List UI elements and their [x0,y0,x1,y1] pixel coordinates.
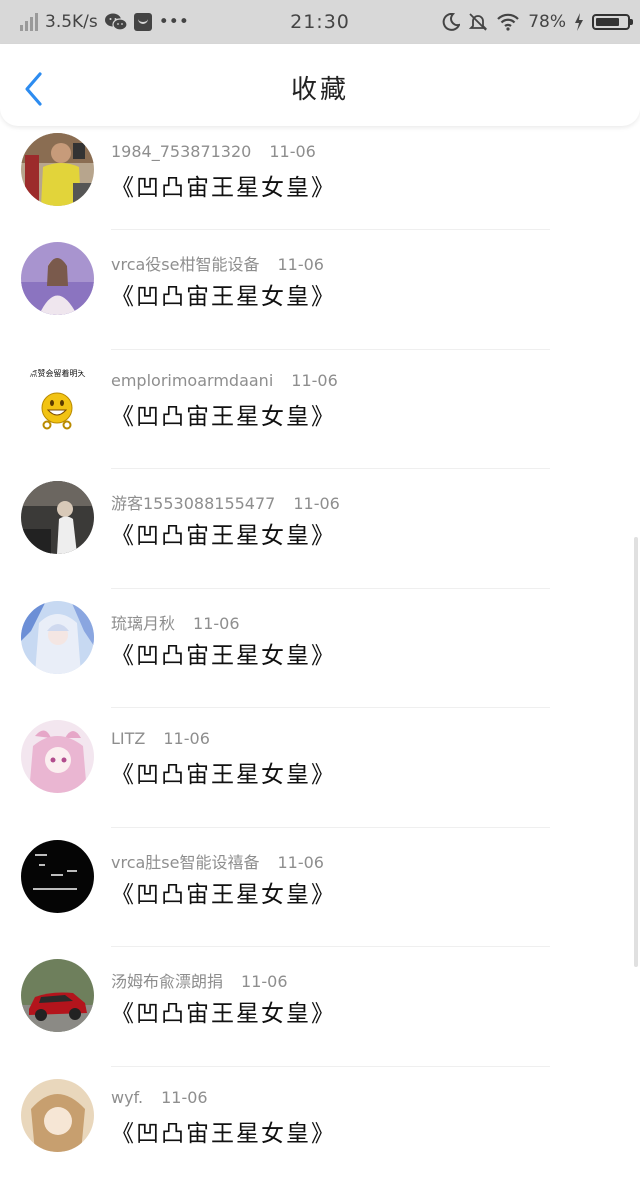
page-title: 收藏 [0,44,640,136]
item-date: 11-06 [269,142,316,161]
avatar[interactable] [21,840,94,913]
status-left: 3.5K/s ••• [20,0,189,44]
favorites-list: 1984_75387132011-06《凹凸宙王星女皇》vrca役se柑智能设备… [0,126,640,1186]
avatar-caption: 点赞会留着明天 [21,368,94,379]
list-item[interactable]: vrca役se柑智能设备 11-06 《凹凸宙王星女皇》 [0,230,640,350]
item-meta: 1984_753871320 11-06 [111,142,316,161]
list-item[interactable]: vrca肚se智能设禧备 11-06 《凹凸宙王星女皇》 [0,828,640,948]
username[interactable]: vrca肚se智能设禧备 [111,853,259,872]
username[interactable]: vrca役se柑智能设备 [111,255,259,274]
list-item[interactable]: wyf. 11-06 《凹凸宙王星女皇》 [0,1067,640,1186]
item-meta: vrca肚se智能设禧备 11-06 [111,849,324,873]
item-title[interactable]: 《凹凸宙王星女皇》 [111,516,336,550]
list-item[interactable]: 游客1553088155477 11-06 《凹凸宙王星女皇》 [0,469,640,589]
network-speed: 3.5K/s [45,12,98,32]
item-meta: 琉璃月秋 11-06 [111,610,240,634]
item-title[interactable]: 《凹凸宙王星女皇》 [111,755,336,789]
battery-fill [596,18,619,26]
username[interactable]: emplorimoarmdaani [111,371,273,390]
item-date: 11-06 [161,1088,208,1107]
battery-percent: 78% [528,12,566,32]
item-meta: vrca役se柑智能设备 11-06 [111,251,324,275]
item-title[interactable]: 《凹凸宙王星女皇》 [111,636,336,670]
item-title[interactable]: 《凹凸宙王星女皇》 [111,397,336,431]
item-date: 11-06 [277,853,324,872]
charging-icon [574,13,584,31]
avatar[interactable]: 点赞会留着明天 [21,362,94,435]
item-date: 11-06 [193,614,240,633]
mute-bell-icon [468,12,488,32]
avatar[interactable] [21,959,94,1032]
status-right: 78% [442,0,630,44]
list-item[interactable]: LITZ 11-06 《凹凸宙王星女皇》 [0,708,640,828]
item-meta: emplorimoarmdaani 11-06 [111,371,338,390]
item-date: 11-06 [293,494,340,513]
more-icon: ••• [159,12,189,32]
list-item[interactable]: 1984_753871320 11-06 《凹凸宙王星女皇》 [0,126,640,230]
username[interactable]: 琉璃月秋 [111,614,175,633]
wechat-icon [105,12,127,32]
username[interactable]: LITZ [111,729,145,748]
moon-icon [442,13,460,31]
username[interactable]: 1984_753871320 [111,142,251,161]
item-title[interactable]: 《凹凸宙王星女皇》 [111,1114,336,1148]
signal-icon [20,13,38,31]
avatar[interactable] [21,133,94,206]
username[interactable]: 游客1553088155477 [111,494,275,513]
username[interactable]: 汤姆布兪漂朗捐 [111,972,223,991]
item-meta: wyf. 11-06 [111,1088,208,1107]
avatar[interactable] [21,720,94,793]
item-date: 11-06 [277,255,324,274]
item-date: 11-06 [241,972,288,991]
notification-app-icon [134,13,152,31]
item-date: 11-06 [291,371,338,390]
avatar[interactable] [21,481,94,554]
header: 收藏 [0,44,640,126]
list-item[interactable]: 汤姆布兪漂朗捐 11-06 《凹凸宙王星女皇》 [0,947,640,1067]
chevron-left-icon[interactable] [18,70,52,108]
item-meta: 游客1553088155477 11-06 [111,490,340,514]
item-title[interactable]: 《凹凸宙王星女皇》 [111,875,336,909]
list-item[interactable]: 点赞会留着明天 emplorimoarmdaani 11-06 《凹凸宙王星女皇》 [0,350,640,470]
item-meta: 汤姆布兪漂朗捐 11-06 [111,968,288,992]
item-date: 11-06 [163,729,210,748]
item-title[interactable]: 《凹凸宙王星女皇》 [111,168,336,202]
avatar[interactable] [21,242,94,315]
avatar[interactable] [21,1079,94,1152]
item-title[interactable]: 《凹凸宙王星女皇》 [111,277,336,311]
item-meta: LITZ 11-06 [111,729,210,748]
avatar[interactable] [21,601,94,674]
username[interactable]: wyf. [111,1088,143,1107]
scrollbar[interactable] [634,537,638,967]
list-item[interactable]: 琉璃月秋 11-06 《凹凸宙王星女皇》 [0,589,640,709]
item-title[interactable]: 《凹凸宙王星女皇》 [111,994,336,1028]
battery-icon [592,14,630,30]
status-bar: 3.5K/s ••• 21:30 78% [0,0,640,44]
wifi-icon [496,13,520,31]
